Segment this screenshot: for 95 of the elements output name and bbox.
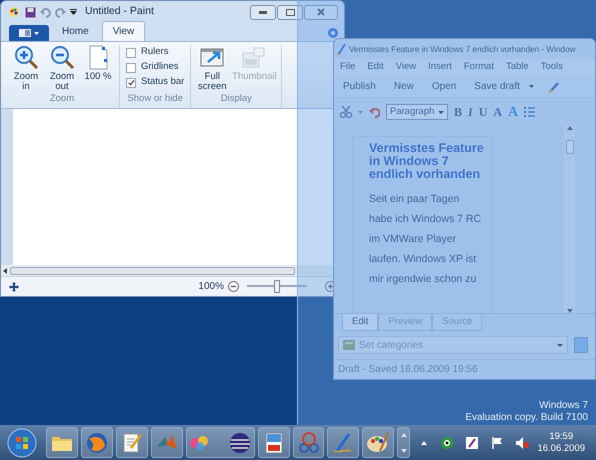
close-icon [317,8,325,16]
app-menu-button[interactable] [9,25,49,41]
vertical-scrollbar[interactable] [564,126,575,313]
post-title: Vermisstes Feature in Windows 7 endlich vorhanden [369,142,485,182]
clock-time: 19:59 [548,430,574,442]
scroll-down-icon [400,448,407,452]
sphere-icon [228,430,252,454]
toolbar-button[interactable]: Publish [334,79,385,94]
clock-date: 16.06.2009 [537,442,585,454]
show-hidden-icons-icon[interactable] [421,440,428,444]
move-icon [9,282,19,292]
slider-thumb[interactable] [274,280,280,293]
fullscreen-button[interactable]: Full screen [197,45,228,92]
undo-icon[interactable] [369,106,380,118]
dropdown-icon[interactable] [70,9,77,15]
post-text: Seit ein paar Tagen habe ich Windows 7 RC im VMWare Player laufen. Windows XP ist mir irgendwie schon zu [369,192,482,288]
zoom-out-button[interactable]: Zoom out [47,45,77,92]
menu-item[interactable]: Table [500,60,535,75]
help-icon[interactable] [328,28,338,38]
zoom-in-icon [14,45,38,70]
caret-icon[interactable] [528,85,534,88]
scissors-icon [296,430,321,454]
group-label: Zoom [50,92,74,106]
edition-text: Windows 7 [538,400,588,412]
menu-item[interactable]: Tools [534,60,569,75]
close-button[interactable] [304,4,338,20]
zoom-out-icon[interactable] [228,281,239,292]
format-button[interactable]: U [478,103,488,121]
numbered-list-icon[interactable] [524,107,536,117]
caret-icon[interactable] [358,110,363,114]
scissors-icon[interactable] [340,106,352,118]
flag-icon[interactable] [491,436,504,448]
thumbnail-icon [242,45,266,70]
scroll-left-icon[interactable] [3,268,7,274]
palette-icon [366,430,390,454]
page-button[interactable]: 100 % [83,45,113,92]
checkbox[interactable] [126,78,136,88]
zoom-in-button[interactable]: Zoom in [11,45,41,92]
note-icon[interactable] [466,436,478,448]
checkbox-label: Gridlines [141,60,178,74]
menu-item[interactable]: Insert [422,60,458,75]
pen-icon [336,43,346,55]
record-icon[interactable] [441,436,454,448]
caret-icon [557,344,563,346]
redo-icon[interactable] [55,6,66,18]
paint-app-icon[interactable] [7,6,21,18]
minimize-icon [259,10,267,14]
globe-icon [84,430,109,454]
group-label: Show or hide [127,92,183,106]
menu-item[interactable]: View [390,60,422,75]
menu-item[interactable]: File [334,60,362,75]
scroll-up-icon[interactable] [566,126,572,130]
checkbox-label: Status bar [141,75,184,90]
build-text: Evaluation copy. Build 7100 [465,412,588,424]
menu-icon [19,29,31,37]
checkbox[interactable] [126,62,136,72]
volume-muted-icon[interactable] [516,436,530,448]
ribbon-tab[interactable]: View [102,21,146,41]
horizontal-scrollbar[interactable] [1,265,297,276]
status-text: Draft - Saved 16.06.2009 19:56 [338,363,478,377]
categories-dropdown[interactable]: Set categories [338,336,568,354]
taskbar-scroll-button[interactable] [397,427,410,458]
format-button[interactable]: B [454,103,462,121]
toolbar-button[interactable]: Open [422,79,466,94]
scroll-up-icon [400,432,407,436]
maximize-button[interactable] [277,4,303,20]
format-button[interactable]: A [508,102,518,122]
caret-icon [34,32,39,34]
window-title: Untitled - Paint [85,4,154,20]
scroll-thumb[interactable] [566,140,574,154]
zoom-level: 100% [198,280,224,294]
format-button[interactable]: A [493,103,502,121]
save-icon[interactable] [25,6,36,18]
caret-icon [438,110,444,114]
ribbon-tab[interactable]: Home [51,21,100,41]
taskbar-button[interactable] [186,427,255,458]
checkbox-label: Rulers [141,45,168,60]
format-button[interactable]: I [468,103,473,121]
maximize-icon [286,8,294,16]
checkbox[interactable] [126,48,136,58]
toolbar-button[interactable]: Save draft [465,79,529,94]
brush-icon[interactable] [548,80,562,92]
toolbar-button[interactable]: New [384,79,423,94]
start-button[interactable] [7,428,37,458]
minimize-button[interactable] [250,4,276,20]
undo-icon[interactable] [40,6,51,18]
zoom-out-icon [50,45,74,70]
editor-tab[interactable]: Edit [342,314,378,331]
category-icon [343,340,355,350]
menu-item[interactable]: Edit [361,60,390,75]
group-label: Display [220,92,252,106]
menu-item[interactable]: Format [458,60,500,75]
paragraph-style-dropdown[interactable]: Paragraph [386,104,448,120]
clock[interactable]: 19:59 16.06.2009 [537,430,589,454]
window-title: Vermisstes Feature in Windows 7 endlich vorhanden - Window [349,42,576,56]
